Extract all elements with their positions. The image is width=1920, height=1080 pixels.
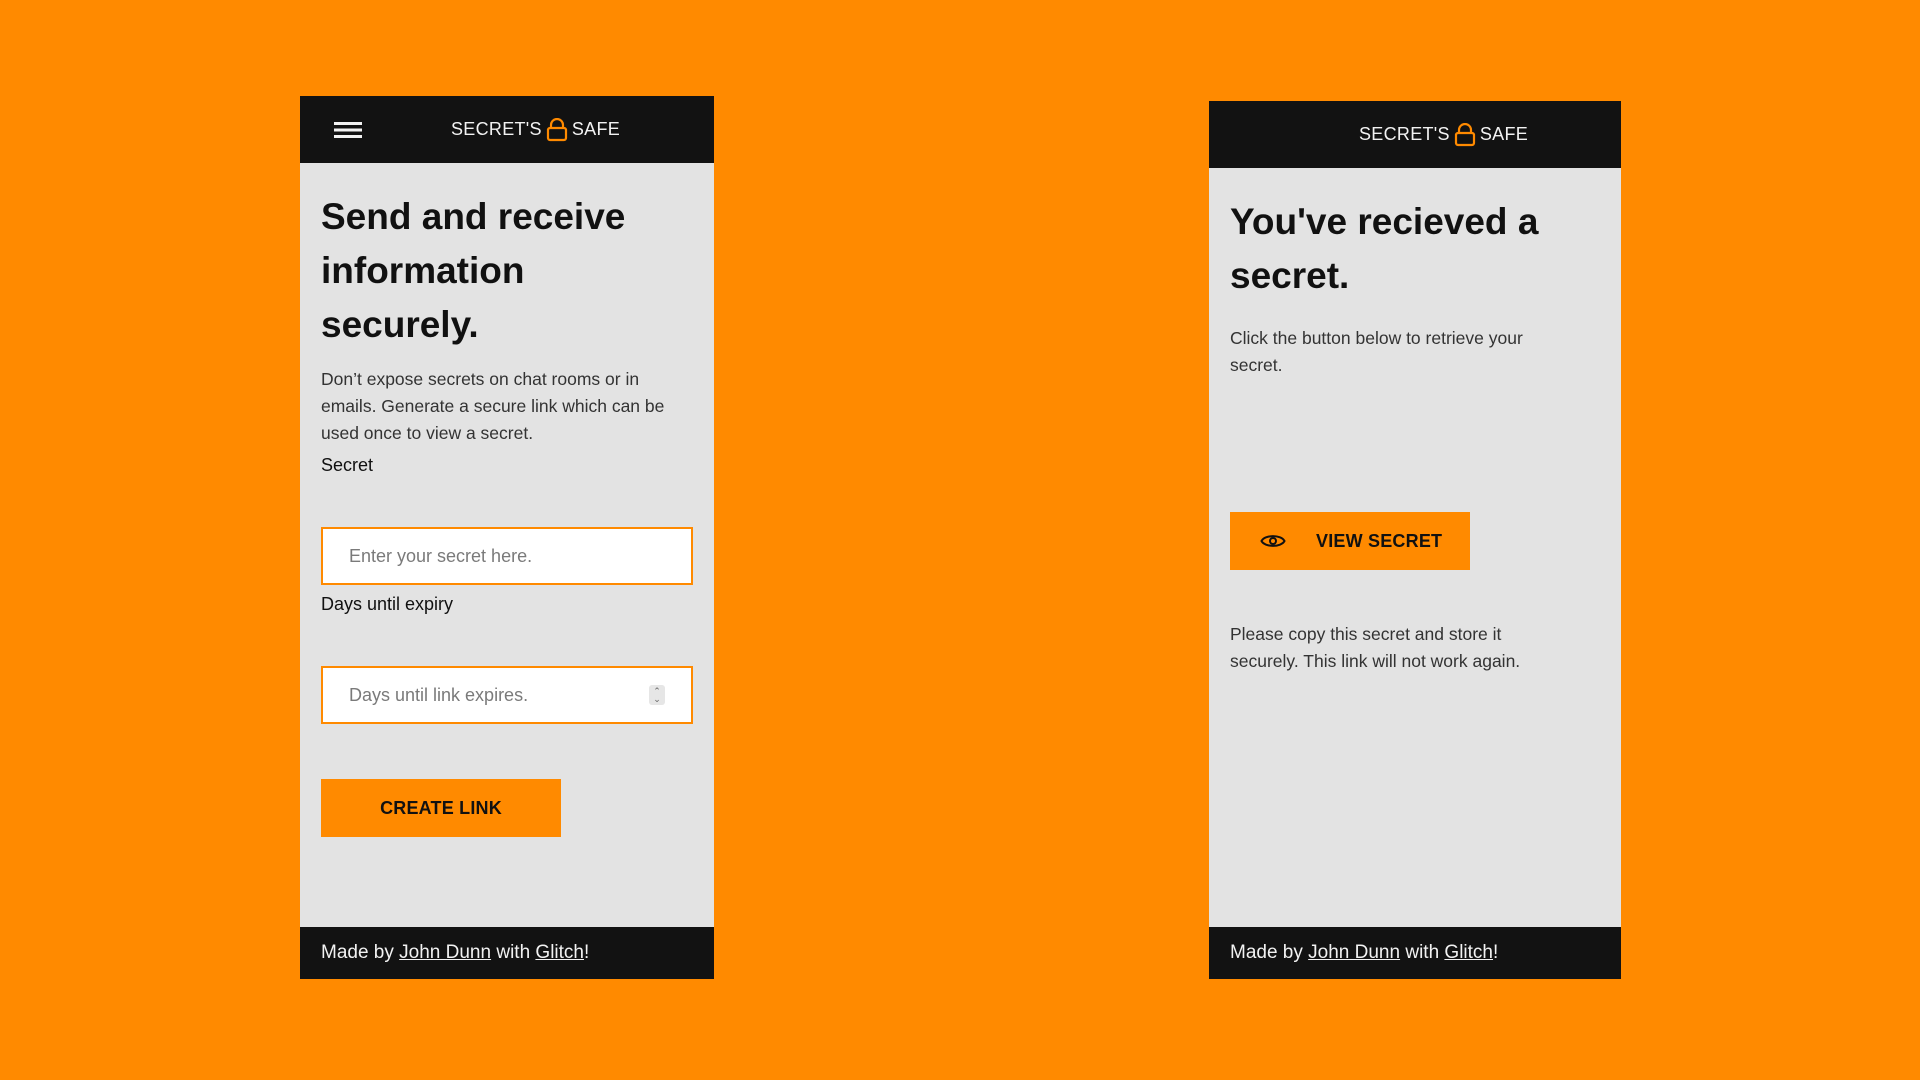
footer-suffix: ! [1493, 942, 1499, 963]
brand-word-right: SAFE [571, 119, 621, 139]
brand-word-right: SAFE [1479, 124, 1529, 144]
footer-suffix: ! [584, 942, 590, 963]
expiry-field-wrapper: ⌃ ⌄ [321, 666, 693, 724]
view-secret-button[interactable]: VIEW SECRET [1230, 512, 1470, 570]
expiry-label: Days until expiry [321, 594, 454, 614]
footer-prefix: Made by [321, 942, 400, 963]
secret-label: Secret [321, 455, 374, 475]
create-secret-screen: SECRET'S SAFE Send and receive informati… [300, 96, 714, 979]
expiry-input[interactable] [321, 666, 693, 724]
glitch-link[interactable]: Glitch [1444, 942, 1493, 964]
eye-icon [1260, 535, 1286, 547]
footer: Made by John Dunn with Glitch ! [1209, 927, 1621, 979]
one-time-notice: Please copy this secret and store it sec… [1230, 624, 1521, 671]
create-link-label: CREATE LINK [380, 797, 502, 818]
footer-middle: with [1400, 942, 1445, 963]
lock-icon [1454, 122, 1475, 146]
footer-prefix: Made by [1230, 942, 1309, 963]
view-secret-label: VIEW SECRET [1316, 530, 1443, 551]
number-spinner[interactable]: ⌃ ⌄ [649, 685, 665, 705]
page-title: You've recieved a secret. [1230, 201, 1539, 296]
create-link-button[interactable]: CREATE LINK [321, 779, 561, 837]
page-description: Click the button below to retrieve your … [1230, 328, 1523, 375]
author-link[interactable]: John Dunn [399, 942, 491, 964]
footer: Made by John Dunn with Glitch ! [300, 927, 714, 979]
glitch-link[interactable]: Glitch [535, 942, 584, 964]
author-link[interactable]: John Dunn [1308, 942, 1400, 964]
brand-word-left: SECRET'S [1359, 124, 1450, 144]
view-secret-screen: SECRET'S SAFE You've recieved a secret. … [1209, 101, 1621, 979]
brand-word-left: SECRET'S [451, 119, 542, 139]
hamburger-menu-icon [334, 122, 362, 138]
footer-middle: with [491, 942, 536, 963]
app-logo[interactable]: SECRET'S SAFE [1359, 101, 1528, 168]
page-title: Send and receive information securely. [321, 196, 626, 345]
hamburger-menu-button[interactable] [330, 118, 366, 142]
app-logo[interactable]: SECRET'S SAFE [451, 96, 620, 163]
secret-input[interactable] [321, 527, 693, 585]
app-header: SECRET'S SAFE [1209, 101, 1621, 168]
app-header: SECRET'S SAFE [300, 96, 714, 163]
page-description: Don’t expose secrets on chat rooms or in… [321, 369, 665, 443]
spinner-down-icon: ⌄ [653, 694, 661, 704]
lock-icon [546, 117, 567, 141]
